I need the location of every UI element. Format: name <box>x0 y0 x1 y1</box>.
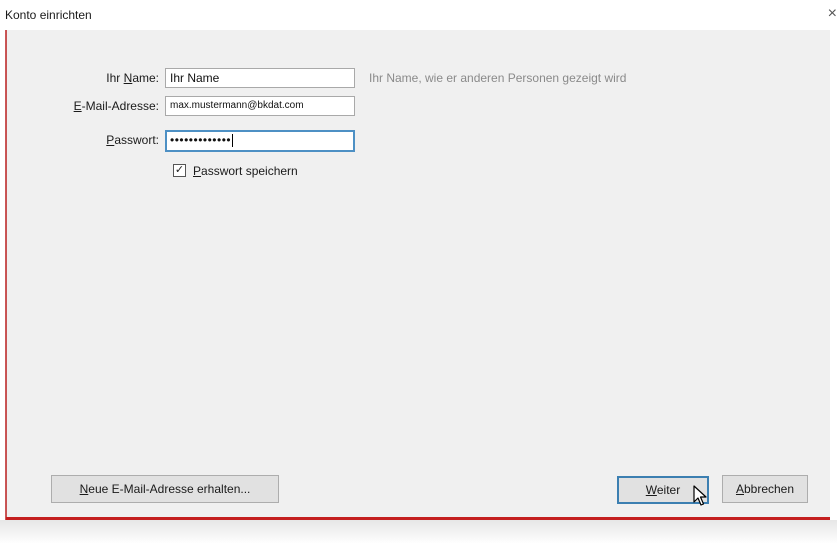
name-field[interactable]: Ihr Name <box>165 68 355 88</box>
name-value: Ihr Name <box>170 71 220 85</box>
new-email-address-button[interactable]: Neue E-Mail-Adresse erhalten... <box>51 475 279 503</box>
password-label: Passwort: <box>106 133 159 147</box>
password-value: ••••••••••••• <box>170 133 232 147</box>
remember-password-label: Passwort speichern <box>193 164 298 178</box>
password-row: Passwort: ••••••••••••• <box>7 130 830 152</box>
email-value: max.mustermann@bkdat.com <box>170 100 304 111</box>
text-caret <box>232 134 234 148</box>
remember-password-checkbox[interactable]: ✓ <box>173 164 186 177</box>
email-row: E-Mail-Adresse: max.mustermann@bkdat.com <box>7 96 830 118</box>
dialog-window: Konto einrichten × Ihr Name: Ihr Name Ih… <box>0 0 837 544</box>
email-label: E-Mail-Adresse: <box>73 99 159 113</box>
mouse-pointer-icon <box>693 485 707 506</box>
name-label: Ihr Name: <box>106 71 159 85</box>
name-row: Ihr Name: Ihr Name Ihr Name, wie er ande… <box>7 68 830 90</box>
window-left-border <box>5 30 7 520</box>
close-icon[interactable]: × <box>823 4 837 24</box>
name-hint: Ihr Name, wie er anderen Personen gezeig… <box>369 71 627 85</box>
cancel-button[interactable]: Abbrechen <box>722 475 808 503</box>
dialog-body: Ihr Name: Ihr Name Ihr Name, wie er ande… <box>6 30 830 517</box>
window-title: Konto einrichten <box>5 8 92 22</box>
checkmark-icon: ✓ <box>174 164 185 176</box>
title-bar: Konto einrichten × <box>0 0 837 30</box>
window-shadow <box>0 520 837 544</box>
email-field[interactable]: max.mustermann@bkdat.com <box>165 96 355 116</box>
password-field[interactable]: ••••••••••••• <box>165 130 355 152</box>
